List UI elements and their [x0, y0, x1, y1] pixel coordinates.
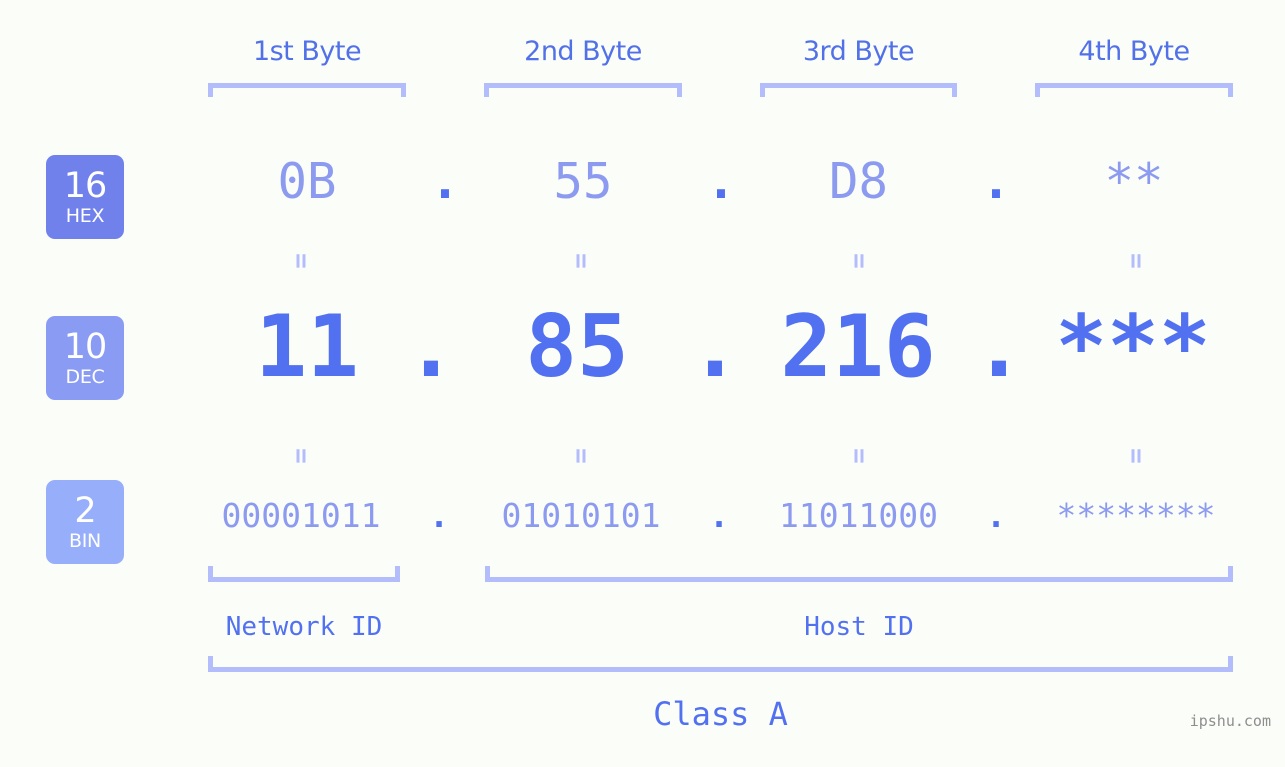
host-id-bracket [485, 566, 1233, 582]
equals-hex-dec-1: = [286, 253, 316, 269]
byte-bracket-1 [208, 83, 406, 97]
byte-header-3: 3rd Byte [802, 36, 915, 67]
dec-separator-1: . [405, 297, 457, 397]
bin-byte-3: 11011000 [779, 496, 938, 535]
bin-separator-2: . [709, 496, 729, 535]
site-watermark: ipshu.com [1189, 712, 1271, 730]
base-badge-dec: 10 DEC [46, 316, 124, 400]
dec-separator-2: . [689, 297, 741, 397]
byte-bracket-3 [760, 83, 957, 97]
equals-dec-bin-2: = [566, 448, 596, 464]
hex-byte-4: ** [1104, 153, 1164, 210]
byte-header-2: 2nd Byte [524, 36, 642, 67]
class-label: Class A [653, 695, 788, 733]
base-badge-dec-name: DEC [65, 365, 105, 388]
host-id-label: Host ID [804, 612, 914, 642]
dec-byte-2: 85 [525, 297, 629, 397]
bin-separator-1: . [429, 496, 449, 535]
byte-header-4: 4th Byte [1078, 36, 1190, 67]
base-badge-bin: 2 BIN [46, 480, 124, 564]
equals-hex-dec-2: = [566, 253, 596, 269]
class-bracket [208, 656, 1233, 672]
equals-hex-dec-4: = [1121, 253, 1151, 269]
bin-byte-1: 00001011 [221, 496, 381, 535]
base-badge-hex: 16 HEX [46, 155, 124, 239]
bin-separator-3: . [986, 496, 1006, 535]
hex-separator-1: . [430, 153, 460, 210]
base-badge-hex-name: HEX [65, 204, 105, 227]
equals-dec-bin-4: = [1121, 448, 1151, 464]
network-id-bracket [208, 566, 400, 582]
dec-byte-4: *** [1055, 297, 1211, 397]
ip-address-breakdown-diagram: 1st Byte 2nd Byte 3rd Byte 4th Byte 16 H… [0, 0, 1285, 767]
base-badge-bin-name: BIN [69, 529, 101, 552]
base-badge-hex-number: 16 [63, 165, 108, 206]
byte-bracket-4 [1035, 83, 1233, 97]
dec-byte-1: 11 [255, 297, 359, 397]
hex-separator-2: . [706, 153, 736, 210]
hex-separator-3: . [981, 153, 1011, 210]
bin-byte-2: 01010101 [501, 496, 661, 535]
network-id-label: Network ID [225, 612, 383, 642]
hex-byte-3: D8 [828, 153, 888, 210]
hex-byte-1: 0B [277, 153, 337, 210]
equals-dec-bin-3: = [844, 448, 874, 464]
byte-bracket-2 [484, 83, 682, 97]
equals-dec-bin-1: = [286, 448, 316, 464]
dec-separator-3: . [973, 297, 1025, 397]
dec-byte-3: 216 [780, 297, 936, 397]
byte-header-1: 1st Byte [252, 36, 362, 67]
base-badge-dec-number: 10 [63, 326, 108, 367]
bin-byte-4: ******** [1056, 496, 1216, 535]
equals-hex-dec-3: = [844, 253, 874, 269]
base-badge-bin-number: 2 [74, 490, 96, 531]
hex-byte-2: 55 [553, 153, 613, 210]
